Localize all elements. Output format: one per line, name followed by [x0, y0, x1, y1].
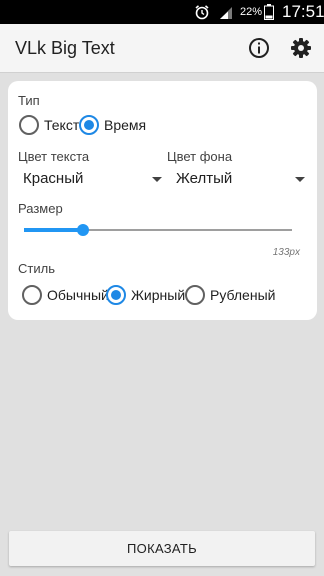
style-condensed-label: Рубленый	[210, 287, 276, 303]
show-button[interactable]: ПОКАЗАТЬ	[9, 531, 315, 566]
dropdown-arrow-icon	[295, 177, 305, 182]
radio-button-icon	[22, 285, 42, 305]
battery-icon	[264, 4, 274, 20]
style-condensed-radio[interactable]: Рубленый	[185, 284, 275, 306]
slider-thumb[interactable]	[76, 224, 89, 236]
signal-icon	[220, 7, 232, 19]
alarm-icon	[195, 5, 209, 20]
size-value: 133px	[272, 247, 300, 258]
slider-fill	[24, 228, 83, 232]
text-color-label: Цвет текста	[18, 149, 90, 164]
style-normal-radio[interactable]: Обычный	[22, 284, 109, 306]
size-slider[interactable]	[24, 220, 292, 240]
style-bold-radio[interactable]: Жирный	[106, 284, 185, 306]
type-text-label: Текст	[44, 117, 80, 133]
radio-button-icon	[185, 285, 205, 305]
size-label: Размер	[18, 201, 63, 216]
info-icon[interactable]	[247, 36, 271, 60]
radio-button-icon	[19, 115, 39, 135]
background-color-value: Желтый	[176, 170, 233, 187]
battery-percent: 22%	[240, 6, 263, 18]
app-bar: VLk Big Text	[0, 24, 324, 73]
dropdown-arrow-icon	[152, 177, 162, 182]
gear-icon[interactable]	[289, 36, 313, 60]
type-time-radio[interactable]: Время	[79, 114, 146, 136]
status-bar: 22% 17:51	[0, 0, 324, 24]
type-text-radio[interactable]: Текст	[19, 114, 79, 136]
text-color-spinner[interactable]: Красный	[23, 167, 162, 191]
background-color-label: Цвет фона	[167, 149, 233, 164]
radio-button-checked-icon	[106, 285, 126, 305]
type-label: Тип	[18, 93, 40, 108]
text-color-value: Красный	[23, 170, 84, 187]
clock: 17:51	[282, 2, 324, 21]
style-label: Стиль	[18, 261, 55, 276]
radio-button-checked-icon	[79, 115, 99, 135]
background-color-spinner[interactable]: Желтый	[176, 167, 305, 191]
app-title: VLk Big Text	[15, 38, 115, 58]
type-time-label: Время	[104, 117, 147, 133]
style-bold-label: Жирный	[131, 287, 186, 303]
style-normal-label: Обычный	[47, 287, 109, 303]
settings-card: Тип Текст Время Цвет текста Цвет фона Кр…	[8, 81, 317, 320]
